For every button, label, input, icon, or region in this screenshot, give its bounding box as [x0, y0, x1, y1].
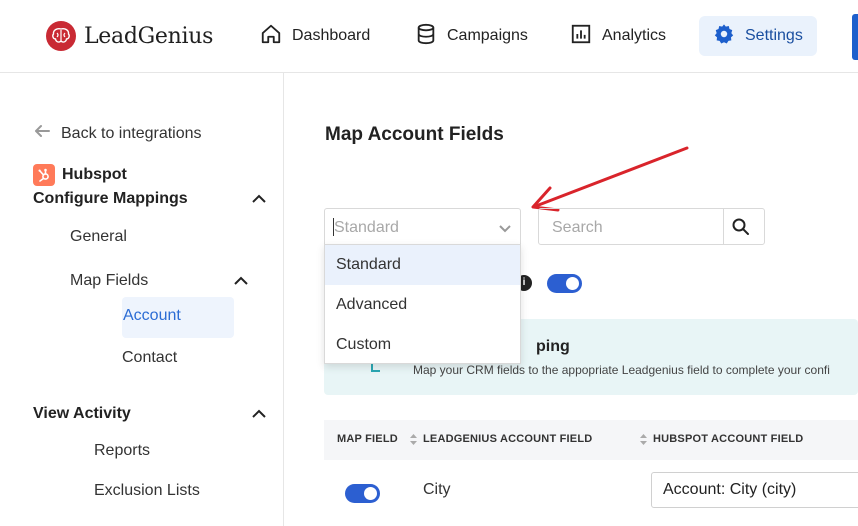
nav-settings[interactable]: Settings [699, 16, 817, 56]
chevron-up-icon[interactable] [251, 406, 267, 422]
header-map-field[interactable]: MAP FIELD [337, 433, 398, 445]
nav-campaigns[interactable]: Campaigns [401, 16, 542, 56]
sidebar-item-map-fields[interactable]: Map Fields [70, 272, 148, 290]
sidebar-item-contact[interactable]: Contact [122, 349, 177, 367]
search-placeholder: Search [552, 219, 603, 236]
nav-dashboard[interactable]: Dashboard [246, 16, 384, 56]
integration-header: Hubspot [33, 164, 127, 186]
chevron-up-icon[interactable] [251, 191, 267, 207]
table-cell-leadgenius-field: City [423, 481, 451, 498]
view-activity-title[interactable]: View Activity [33, 405, 131, 423]
sidebar-item-general[interactable]: General [70, 228, 127, 246]
sidebar-item-account[interactable]: Account [122, 297, 234, 338]
field-type-select-value: Standard [334, 219, 399, 236]
sidebar-item-exclusion-lists[interactable]: Exclusion Lists [94, 482, 200, 500]
nav-analytics-label: Analytics [602, 27, 667, 44]
configure-mappings-title[interactable]: Configure Mappings [33, 190, 188, 208]
database-icon [415, 23, 437, 50]
bar-chart-icon [570, 23, 592, 50]
sidebar-item-reports[interactable]: Reports [94, 442, 150, 460]
hubspot-icon [33, 164, 55, 186]
brand-name: LeadGenius [84, 23, 214, 49]
search-divider [723, 209, 724, 244]
search-field[interactable]: Search [538, 208, 765, 245]
field-type-select[interactable]: Standard [324, 208, 521, 245]
header-map-field-label: MAP FIELD [337, 433, 398, 445]
header-hubspot-field[interactable]: HUBSPOT ACCOUNT FIELD [640, 433, 803, 445]
home-icon [260, 23, 282, 50]
sidebar: Back to integrations Hubspot Configure M… [0, 73, 284, 526]
header-leadgenius-field-label: LEADGENIUS ACCOUNT FIELD [423, 433, 593, 445]
banner-title: ping [536, 338, 570, 355]
sort-icon[interactable] [640, 433, 647, 445]
dropdown-option-custom[interactable]: Custom [325, 325, 520, 365]
brain-icon [46, 21, 76, 51]
arrow-left-icon [33, 122, 51, 145]
brand-logo[interactable]: LeadGenius [46, 21, 213, 51]
hubspot-field-select[interactable]: Account: City (city) [651, 472, 858, 508]
top-nav: LeadGenius Dashboard Campaigns Analytics… [0, 0, 858, 73]
search-icon[interactable] [731, 217, 751, 237]
nav-analytics[interactable]: Analytics [556, 16, 680, 56]
back-label: Back to integrations [61, 124, 202, 142]
dropdown-option-standard[interactable]: Standard [325, 245, 520, 285]
back-to-integrations-link[interactable]: Back to integrations [33, 122, 202, 145]
table-header: MAP FIELD LEADGENIUS ACCOUNT FIELD HUBSP… [324, 420, 858, 460]
dropdown-option-advanced[interactable]: Advanced [325, 285, 520, 325]
global-toggle[interactable] [547, 274, 582, 293]
field-type-dropdown: Standard Advanced Custom [324, 244, 521, 364]
header-hubspot-field-label: HUBSPOT ACCOUNT FIELD [653, 433, 804, 445]
gear-icon [713, 23, 735, 50]
nav-campaigns-label: Campaigns [447, 27, 528, 44]
page-title: Map Account Fields [325, 124, 504, 145]
sort-icon[interactable] [410, 433, 417, 445]
nav-settings-label: Settings [745, 27, 803, 44]
banner-text: Map your CRM fields to the appopriate Le… [413, 363, 830, 377]
header-action-button-edge[interactable] [852, 14, 858, 60]
header-leadgenius-field[interactable]: LEADGENIUS ACCOUNT FIELD [410, 433, 592, 445]
nav-dashboard-label: Dashboard [292, 27, 371, 44]
chevron-up-icon[interactable] [233, 273, 249, 289]
chevron-down-icon[interactable] [498, 221, 512, 235]
integration-name: Hubspot [62, 166, 127, 183]
row-map-toggle[interactable] [345, 484, 380, 503]
